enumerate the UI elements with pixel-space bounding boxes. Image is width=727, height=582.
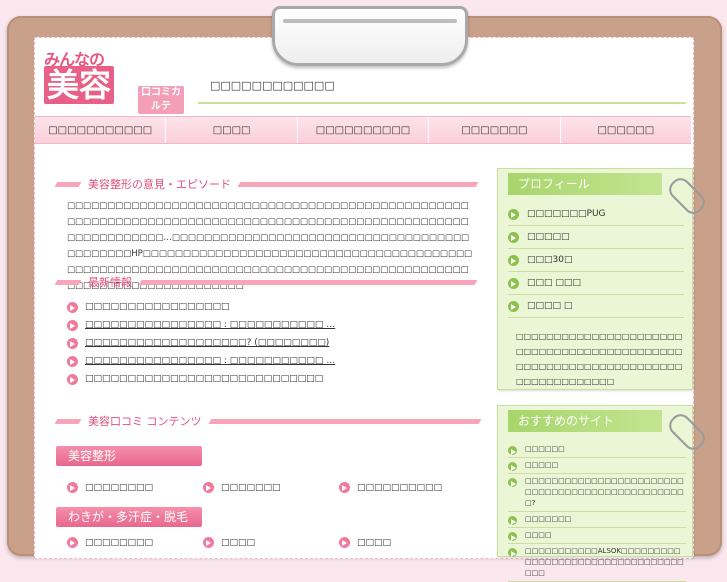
site-link-text: □□□□□□□□□□□□□□□□□□□□□□□□□□□□□□□□□□□□□□□□… [525,477,684,507]
news-item[interactable]: □□□□□□□□□□□□□□□□ : □□□□□□□□□□□ … [67,316,487,334]
category-item[interactable]: □□□□□□□ [203,482,281,493]
category-item-text: □□□□□□□□□□ [357,482,443,493]
site-tagline: □□□□□□□□□□□□ [198,78,686,104]
site-link-text: □□□□□□ [525,445,565,453]
profile-list: □□□□□□□PUG □□□□□ □□□30□ □□□ □□□ □□□□ □ [508,203,684,318]
contents-heading-text: 美容口コミ コンテンツ [88,415,202,428]
news-item-link[interactable]: □□□□□□□□□□□□□□□□ : □□□□□□□□□□□ … [85,352,335,370]
arrow-right-icon [508,254,519,266]
nav-item-3[interactable]: □□□□□□□□□□ [298,117,430,143]
arrow-right-icon [508,208,519,220]
category-item-text: □□□□ [221,537,256,548]
news-item-link[interactable]: □□□□□□□□□□□□□□□□ : □□□□□□□□□□□ … [85,316,335,334]
news-heading: 最新情報 [54,274,478,290]
category-label-cosmetic-surgery: 美容整形 [56,446,202,466]
arrow-right-icon [67,537,78,548]
nav-item-1[interactable]: □□□□□□□□□□□ [35,117,167,143]
profile-item: □□□□□ [508,226,684,249]
profile-box: プロフィール □□□□□□□PUG □□□□□ □□□30□ □□□ □□□ □… [497,168,693,390]
profile-item: □□□□ □ [508,295,684,318]
arrow-right-icon [339,482,350,493]
recommended-sites-title: おすすめのサイト [508,410,662,432]
heading-bar-left [54,279,82,285]
site-link-text: □□□□□□□□□□□ALSOK□□□□□□□□□□□□□□□□□□□□□□□□… [525,547,684,577]
global-nav: □□□□□□□□□□□ □□□□ □□□□□□□□□□ □□□□□□□ □□□□… [35,116,691,144]
arrow-right-icon [67,482,78,493]
category-item[interactable]: □□□□ [339,537,391,548]
heading-bar-right [208,418,481,424]
arrow-right-icon [508,478,517,487]
arrow-right-icon [67,355,78,367]
site-logo[interactable]: みんなの 美容 口コミカルテ [44,46,186,114]
arrow-right-icon [508,532,517,541]
logo-main-text: 美容 [44,66,115,104]
arrow-right-icon [67,319,78,331]
site-link[interactable]: □□□□□□□□□□□□□□□□□□□□□□□□□□□□□□□□□□□□□□□□… [508,474,686,512]
arrow-right-icon [508,548,517,557]
arrow-right-icon [508,231,519,243]
category-item[interactable]: □□□□ [203,537,255,548]
category-label-armpit: わきが・多汗症・脱毛 [56,507,202,527]
site-link-text: □□□□□ [525,461,559,469]
opinion-heading: 美容整形の意見・エピソード [54,176,479,192]
news-item[interactable]: □□□□□□□□□□□□□□□□□□□? (□□□□□□□□) [67,334,487,352]
heading-bar-right [237,181,479,187]
site-link[interactable]: □□□□□□□ [508,512,686,528]
site-link-text: □□□□□□□ [525,515,572,523]
site-link[interactable]: □□□□□□ [508,442,686,458]
heading-bar-left [54,418,82,424]
news-item[interactable]: □□□□□□□□□□□□□□□□ : □□□□□□□□□□□ … [67,352,487,370]
profile-item: □□□30□ [508,249,684,272]
profile-item-text: □□□□ □ [527,301,573,311]
nav-item-5[interactable]: □□□□□□ [561,117,691,143]
heading-bar-left [54,181,82,187]
arrow-right-icon [203,482,214,493]
news-item[interactable]: □□□□□□□□□□□□□□□□□□□□□□□□□□□□ [67,370,487,388]
site-link[interactable]: □□□□□ [508,458,686,474]
news-item[interactable]: □□□□□□□□□□□□□□□□□ [67,298,487,316]
profile-item-text: □□□□□ [527,232,570,242]
site-link[interactable]: □□□□ [508,528,686,544]
nav-item-2[interactable]: □□□□ [166,117,298,143]
nav-item-4[interactable]: □□□□□□□ [429,117,561,143]
contents-heading: 美容口コミ コンテンツ [54,413,481,429]
arrow-right-icon [508,277,519,289]
site-link[interactable]: □□□□□□□□□□□ALSOK□□□□□□□□□□□□□□□□□□□□□□□□… [508,544,686,582]
arrow-right-icon [67,301,78,313]
recommended-sites-list: □□□□□□ □□□□□ □□□□□□□□□□□□□□□□□□□□□□□□□□□… [508,442,686,582]
category-item-text: □□□□□□□ [221,482,281,493]
arrow-right-icon [67,337,78,349]
logo-sub-text: 口コミカルテ [138,86,184,114]
profile-item-text: □□□30□ [527,255,573,265]
profile-description: □□□□□□□□□□□□□□□□□□□□□□□□□□□□□□□□□□□□□□□□… [516,332,683,386]
profile-item-text: □□□ □□□ [527,278,581,288]
category-item-text: □□□□□□□□ [85,537,154,548]
news-item-text: □□□□□□□□□□□□□□□□□□□□□□□□□□□□ [85,374,324,384]
category-item-text: □□□□ [357,537,392,548]
heading-bar-right [138,279,478,285]
news-item-link[interactable]: □□□□□□□□□□□□□□□□□□□? (□□□□□□□□) [85,334,329,352]
arrow-right-icon [508,446,517,455]
news-list: □□□□□□□□□□□□□□□□□ □□□□□□□□□□□□□□□□ : □□□… [67,298,487,388]
profile-item-text: □□□□□□□PUG [527,209,606,219]
category-item[interactable]: □□□□□□□□ [67,537,153,548]
site-link-text: □□□□ [525,531,552,539]
profile-item: □□□ □□□ [508,272,684,295]
arrow-right-icon [508,300,519,312]
arrow-right-icon [508,462,517,471]
category-item[interactable]: □□□□□□□□ [67,482,153,493]
profile-item: □□□□□□□PUG [508,203,684,226]
arrow-right-icon [67,373,78,385]
recommended-sites-box: おすすめのサイト □□□□□□ □□□□□ □□□□□□□□□□□□□□□□□□… [497,405,693,582]
clipboard-clip [272,6,468,66]
category-item-text: □□□□□□□□ [85,482,154,493]
news-item-text: □□□□□□□□□□□□□□□□□ [85,302,230,312]
profile-title: プロフィール [508,173,662,195]
opinion-heading-text: 美容整形の意見・エピソード [88,178,231,191]
category-item[interactable]: □□□□□□□□□□ [339,482,442,493]
news-heading-text: 最新情報 [88,276,132,289]
arrow-right-icon [508,516,517,525]
arrow-right-icon [203,537,214,548]
arrow-right-icon [339,537,350,548]
